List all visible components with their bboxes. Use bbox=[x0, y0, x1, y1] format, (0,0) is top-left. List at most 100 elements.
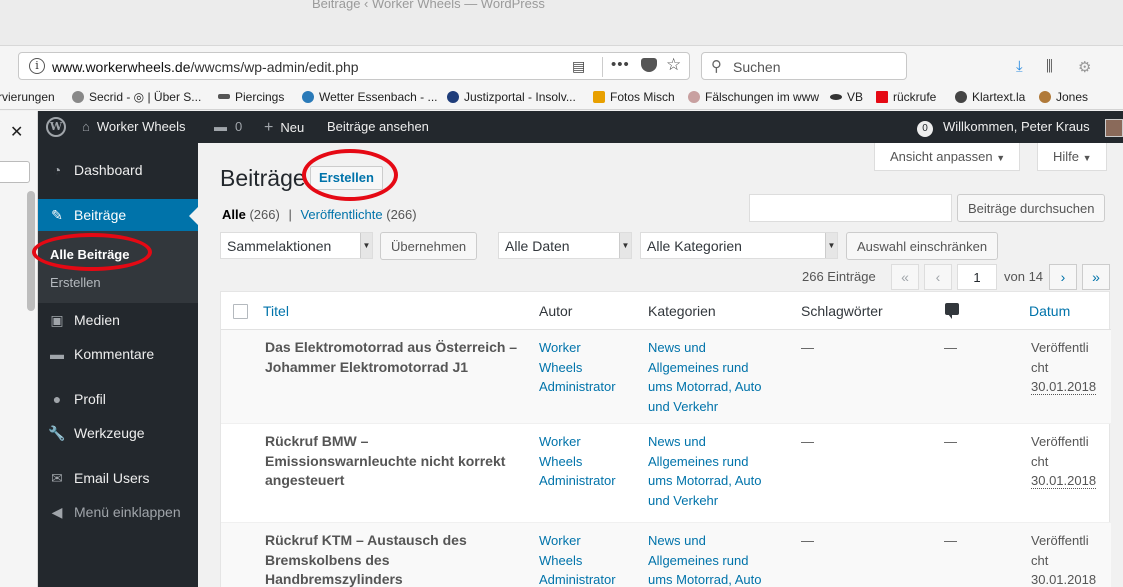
search-posts-button[interactable]: Beiträge durchsuchen bbox=[957, 194, 1106, 222]
reader-view-icon[interactable]: ▤ bbox=[572, 58, 585, 75]
date-filter-select[interactable]: Alle Daten ▼ bbox=[498, 232, 632, 259]
next-page-icon[interactable]: › bbox=[1049, 264, 1077, 290]
submenu-all-posts[interactable]: Alle Beiträge bbox=[50, 247, 129, 262]
menu-email-users[interactable]: ✉ Email Users bbox=[38, 462, 198, 496]
bookmark-item[interactable]: Fälschungen im www bbox=[688, 90, 819, 104]
sidebar-search-input[interactable] bbox=[0, 161, 30, 183]
column-date[interactable]: Datum bbox=[1029, 303, 1070, 319]
post-date: Veröffentli cht 30.01.2018 bbox=[1031, 434, 1097, 489]
bookmark-star-icon[interactable]: ☆ bbox=[666, 55, 681, 75]
wordpress-logo-icon[interactable]: W bbox=[46, 117, 66, 137]
notification-badge: 0 bbox=[917, 121, 933, 137]
menu-comments[interactable]: ▬ Kommentare bbox=[38, 338, 198, 372]
url-text[interactable]: www.workerwheels.de/wwcms/wp-admin/edit.… bbox=[52, 59, 359, 75]
search-placeholder: Suchen bbox=[733, 59, 781, 75]
close-icon[interactable]: ✕ bbox=[10, 122, 23, 142]
post-author-link[interactable]: Worker Wheels Administrator bbox=[539, 531, 639, 587]
user-icon: ● bbox=[52, 391, 62, 407]
comments-link[interactable]: ▬ 0 bbox=[214, 119, 242, 134]
view-posts-link[interactable]: Beiträge ansehen bbox=[327, 119, 429, 134]
submenu-create[interactable]: Erstellen bbox=[50, 275, 101, 290]
bookmark-item[interactable]: Jones bbox=[1039, 90, 1088, 104]
filter-published-link[interactable]: Veröffentlichte bbox=[300, 207, 382, 222]
last-page-icon[interactable]: » bbox=[1082, 264, 1110, 290]
bookmark-item[interactable]: Wetter Essenbach - ... bbox=[302, 90, 438, 104]
url-divider bbox=[602, 57, 603, 77]
library-icon[interactable]: ⫼ bbox=[1046, 58, 1053, 75]
post-title-link[interactable]: Das Elektromotorrad aus Österreich – Joha… bbox=[265, 338, 527, 377]
more-actions-icon[interactable]: ••• bbox=[611, 56, 630, 73]
current-page-input[interactable]: 1 bbox=[957, 264, 997, 290]
post-category-link[interactable]: News und Allgemeines rund ums Motorrad, Au… bbox=[648, 432, 788, 510]
screen-options-button[interactable]: Ansicht anpassen ▼ bbox=[874, 143, 1021, 171]
post-title-link[interactable]: Rückruf BMW – Emissionswarnleuchte nicht … bbox=[265, 432, 527, 491]
bookmark-item[interactable]: Secrid - ◎ | Über S... bbox=[72, 90, 201, 104]
menu-dashboard[interactable]: ◔ Dashboard bbox=[38, 154, 198, 188]
bookmark-item[interactable]: VB bbox=[830, 90, 863, 104]
bookmark-item[interactable]: Justizportal - Insolv... bbox=[447, 90, 576, 104]
post-category-link[interactable]: News und Allgemeines rund ums Motorrad, Au… bbox=[648, 531, 788, 587]
bookmark-favicon bbox=[302, 91, 314, 103]
info-icon[interactable]: i bbox=[29, 58, 45, 74]
add-new-button[interactable]: Erstellen bbox=[310, 166, 383, 190]
bookmarks-bar: rvierungen Secrid - ◎ | Über S... Pierci… bbox=[0, 86, 1123, 110]
post-category-link[interactable]: News und Allgemeines rund ums Motorrad, Au… bbox=[648, 338, 788, 416]
select-all-checkbox[interactable] bbox=[233, 304, 248, 319]
pin-icon: ✎ bbox=[51, 207, 63, 223]
wp-admin-bar: W ⌂ Worker Wheels ▬ 0 + Neu Beiträge ansehe… bbox=[38, 111, 1123, 143]
sidebar-scrollbar[interactable] bbox=[27, 191, 35, 311]
post-author-link[interactable]: Worker Wheels Administrator bbox=[539, 338, 639, 397]
post-date: Veröffentli cht 30.01.2018 bbox=[1031, 340, 1097, 395]
bookmark-item[interactable]: Fotos Misch bbox=[593, 90, 675, 104]
comment-icon: ▬ bbox=[50, 346, 64, 362]
url-bar[interactable]: i www.workerwheels.de/wwcms/wp-admin/edi… bbox=[18, 52, 690, 80]
table-row: Das Elektromotorrad aus Österreich – Joha… bbox=[221, 330, 1111, 424]
chevron-down-icon: ▼ bbox=[360, 233, 372, 258]
menu-profile[interactable]: ● Profil bbox=[38, 383, 198, 417]
filter-button[interactable]: Auswahl einschränken bbox=[846, 232, 999, 260]
bookmark-favicon bbox=[876, 91, 888, 103]
column-categories: Kategorien bbox=[648, 303, 716, 319]
bookmark-favicon bbox=[593, 91, 605, 103]
filter-published-count: (266) bbox=[386, 207, 417, 222]
post-title-link[interactable]: Rückruf KTM – Austausch des Bremskolbens … bbox=[265, 531, 527, 587]
table-row: Rückruf KTM – Austausch des Bremskolbens … bbox=[221, 523, 1111, 587]
chevron-down-icon: ▼ bbox=[619, 233, 631, 258]
bookmark-favicon bbox=[218, 94, 230, 99]
help-button[interactable]: Hilfe ▼ bbox=[1037, 143, 1107, 171]
account-menu[interactable]: 0 Willkommen, Peter Kraus bbox=[917, 119, 1090, 137]
menu-tools[interactable]: 🔧 Werkzeuge bbox=[38, 417, 198, 451]
menu-collapse[interactable]: ◀ Menü einklappen bbox=[38, 496, 198, 530]
download-icon[interactable]: ⤓ bbox=[1016, 58, 1023, 75]
post-tags: — bbox=[801, 340, 814, 355]
category-filter-select[interactable]: Alle Kategorien ▼ bbox=[640, 232, 838, 259]
chevron-down-icon: ▼ bbox=[825, 233, 837, 258]
bulk-actions-select[interactable]: Sammelaktionen ▼ bbox=[220, 232, 373, 259]
extension-icon[interactable]: ⚙ bbox=[1078, 58, 1091, 76]
prev-page-icon: ‹ bbox=[924, 264, 952, 290]
pocket-icon[interactable] bbox=[641, 58, 657, 72]
filter-separator: | bbox=[288, 207, 292, 222]
posts-submenu: Alle Beiträge Erstellen bbox=[38, 231, 198, 303]
bookmark-favicon bbox=[447, 91, 459, 103]
avatar[interactable] bbox=[1105, 119, 1123, 137]
site-name-link[interactable]: ⌂ Worker Wheels bbox=[82, 119, 185, 134]
bookmark-item[interactable]: Klartext.la bbox=[955, 90, 1025, 104]
column-title[interactable]: Titel bbox=[263, 303, 289, 319]
post-search-input[interactable] bbox=[749, 194, 952, 222]
wp-admin-menu: ◔ Dashboard ✎ Beiträge Alle Beiträge Ers… bbox=[32, 143, 198, 587]
bookmark-favicon bbox=[1039, 91, 1051, 103]
new-content-link[interactable]: + Neu bbox=[264, 119, 304, 137]
menu-media[interactable]: ▣ Medien bbox=[38, 304, 198, 338]
filter-all-link[interactable]: Alle bbox=[222, 207, 246, 222]
bookmark-item[interactable]: Piercings bbox=[218, 90, 284, 104]
apply-button[interactable]: Übernehmen bbox=[380, 232, 478, 260]
bookmark-item[interactable]: rvierungen bbox=[0, 90, 55, 104]
post-comments: — bbox=[944, 533, 957, 548]
table-header: Titel Autor Kategorien Schlagwörter Datu… bbox=[221, 292, 1111, 330]
bookmark-item[interactable]: rückrufe bbox=[876, 90, 936, 104]
home-icon: ⌂ bbox=[82, 119, 90, 134]
post-author-link[interactable]: Worker Wheels Administrator bbox=[539, 432, 639, 491]
menu-posts[interactable]: ✎ Beiträge bbox=[38, 199, 198, 233]
browser-search-input[interactable]: ⚲ Suchen bbox=[701, 52, 907, 80]
